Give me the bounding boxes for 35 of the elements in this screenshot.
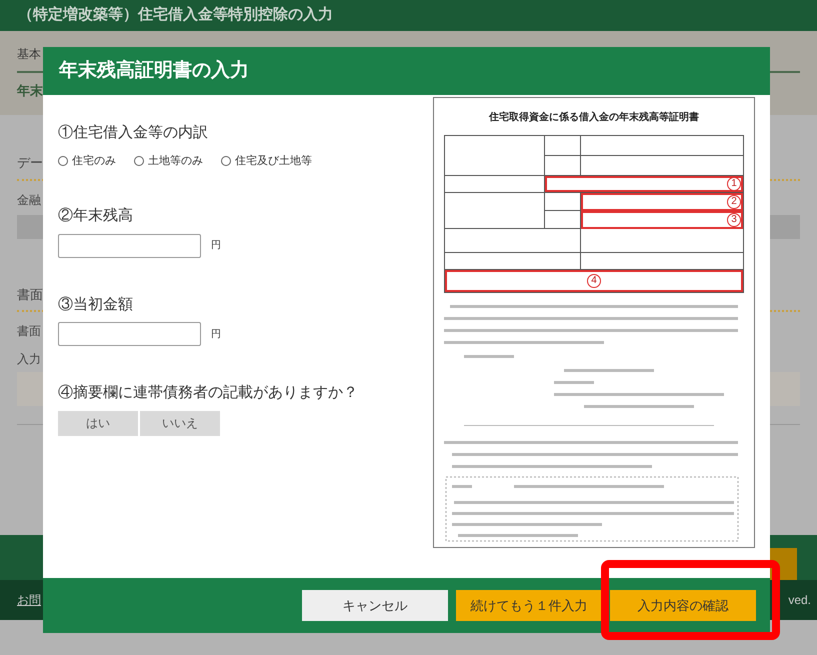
amount-input-field[interactable] [58,322,201,346]
question-label: ③当初金額 [58,294,134,314]
field-label: 金融 [17,192,41,208]
dialog-title: 年末残高証明書の入力 [59,58,249,83]
question-label: ①住宅借入金等の内訳 [58,123,209,143]
copyright-text: ved. [788,592,811,609]
question-label: ②年末残高 [58,206,134,226]
unit-label: 円 [211,239,221,253]
radio-icon[interactable] [134,156,144,166]
answer-toggle[interactable]: はい [58,410,138,436]
callout-number: 4 [587,274,601,288]
breadcrumb: 基本 [17,46,42,63]
callout-number: 3 [727,213,741,227]
radio-icon[interactable] [58,156,68,166]
amount-input-field[interactable] [58,234,201,258]
unit-label: 円 [211,328,221,342]
document-title: 住宅取得資金に係る借入金の年末残高等証明書 [488,110,700,125]
footer-link[interactable]: お問 [17,591,41,609]
app-title: （特定増改築等）住宅借入金等特別控除の入力 [18,4,333,26]
dialog-button[interactable]: 入力内容の確認 [610,590,756,621]
dialog-button[interactable]: 続けてもう１件入力 [456,590,602,621]
callout-number: 1 [727,177,741,191]
radio-option[interactable]: 住宅のみ [58,152,116,169]
callout-number: 2 [727,195,741,209]
question-label: ④摘要欄に連帯債務者の記載がありますか？ [58,383,359,403]
radio-option[interactable]: 土地等のみ [134,152,203,169]
radio-icon[interactable] [221,156,231,166]
field-label: 入力 [17,351,41,368]
radio-option[interactable]: 住宅及び土地等 [221,152,312,169]
dialog-button[interactable]: キャンセル [302,590,448,621]
section-heading: デー [17,154,43,172]
field-label: 書面 [17,323,41,340]
answer-toggle[interactable]: いいえ [140,410,220,436]
page-heading: 年末 [17,82,44,100]
section-heading: 書面 [17,286,43,304]
